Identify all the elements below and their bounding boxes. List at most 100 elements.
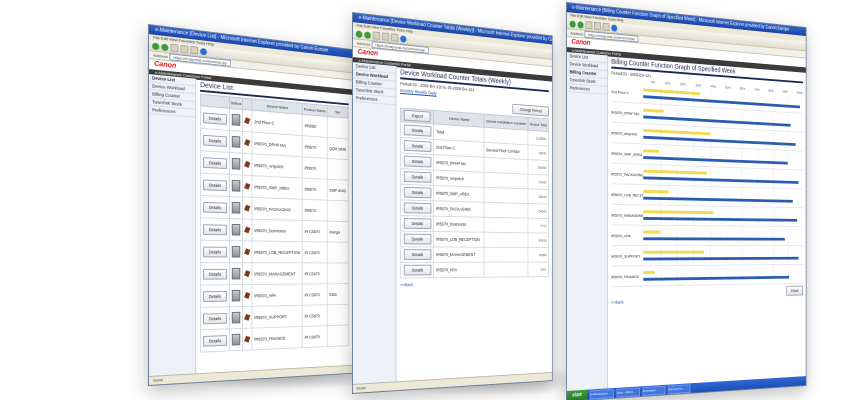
home-icon[interactable] — [391, 33, 399, 42]
close-button[interactable]: Close — [786, 285, 803, 296]
grid-line — [787, 94, 789, 112]
sidebar-item-preferences[interactable]: Preferences — [566, 84, 607, 95]
serial-cell: Ixanga — [327, 221, 349, 243]
change-period-button[interactable]: Change Period — [512, 103, 549, 117]
grid-line — [693, 127, 695, 145]
home-icon[interactable] — [190, 45, 199, 55]
details-button[interactable]: Details — [203, 179, 227, 191]
sidebar: Device List Device Workload Billing Coun… — [149, 74, 197, 377]
status-icon — [244, 225, 251, 233]
refresh-icon[interactable] — [180, 44, 189, 54]
details-button[interactable]: Details — [403, 186, 432, 199]
forward-icon[interactable] — [161, 43, 169, 51]
grid-line — [757, 189, 759, 206]
device-name: IR5570_Amjorich — [433, 170, 484, 188]
yellow-bar — [643, 169, 707, 175]
details-button[interactable]: Details — [203, 246, 227, 257]
start-button[interactable]: start — [566, 389, 587, 400]
table-row[interactable]: Details IR5570_MANAGEMENT iR C5870 — [200, 262, 349, 286]
taskbar-item[interactable]: Microsoft Po... — [667, 383, 691, 394]
device-name: IR5570_FINANCE — [252, 326, 303, 350]
grid-line — [677, 86, 678, 105]
axis-tick-label: 30% — [695, 83, 701, 88]
canon-logo: Canon — [357, 48, 379, 58]
details-button[interactable]: Details — [403, 218, 432, 230]
screens-stage: e-Maintenance [Device List] - Microsoft … — [0, 0, 858, 400]
device-total: 98130 — [528, 188, 549, 205]
grid-line — [660, 267, 662, 285]
axis-tick-label: 70% — [754, 87, 760, 92]
grid-line — [725, 90, 727, 108]
table-row[interactable]: Details IR5570_Dexmonto iR C5870 Ixanga — [200, 217, 349, 243]
table-row[interactable]: Details IR5570_LOB_RECEPTION iR C5870 — [200, 240, 349, 263]
details-button[interactable]: Details — [203, 268, 227, 280]
axis-tick-label: 10% — [664, 81, 671, 86]
back-link[interactable]: <<Back — [400, 281, 549, 287]
back-icon[interactable] — [355, 29, 363, 38]
details-button[interactable]: Details — [203, 312, 227, 324]
grid-line — [787, 265, 789, 283]
back-icon[interactable] — [152, 41, 160, 50]
device-name: IR5570_SMP_AREA — [433, 185, 484, 203]
refresh-icon[interactable] — [381, 32, 390, 41]
forward-icon[interactable] — [577, 20, 584, 29]
graph-row: IR5570_HPA — [611, 225, 803, 246]
details-button[interactable]: Details — [403, 202, 432, 214]
grid-line — [709, 227, 711, 245]
details-button[interactable]: Details — [203, 290, 227, 302]
serial-cell: SMP 3049 — [327, 179, 349, 201]
product-name: iR C5870 — [302, 304, 328, 327]
stop-icon[interactable] — [372, 31, 381, 40]
details-button[interactable]: Details — [203, 201, 227, 213]
search-icon[interactable] — [611, 23, 618, 32]
table-row[interactable]: Details IR5570_LOB_RECEPTION 40418 — [400, 231, 549, 248]
blue-bar — [643, 216, 797, 222]
grid-line — [772, 189, 774, 206]
back-icon[interactable] — [569, 19, 576, 28]
forward-icon[interactable] — [364, 30, 371, 39]
status-icon — [244, 116, 251, 124]
details-button[interactable]: Details — [403, 249, 432, 260]
details-button[interactable]: Details — [203, 156, 227, 169]
grid-line — [725, 129, 727, 147]
column-header — [242, 98, 253, 111]
device-table: Status Device Name Product Name Ser Deta… — [200, 94, 349, 353]
device-name: IR5570_MANAGEMENT — [252, 262, 303, 285]
taskbar-item[interactable]: Document1 — [642, 385, 666, 396]
details-button[interactable]: Details — [403, 171, 432, 183]
details-button[interactable]: Details — [203, 223, 227, 235]
details-button[interactable]: Details — [403, 264, 432, 276]
grid-line — [693, 167, 695, 185]
device-location — [483, 232, 529, 248]
search-icon[interactable] — [400, 34, 407, 43]
refresh-icon[interactable] — [594, 21, 601, 31]
product-name: iR5570 — [302, 135, 328, 159]
grid-line — [787, 132, 789, 150]
details-button[interactable]: Details — [403, 233, 432, 245]
export-button[interactable]: Export — [403, 109, 431, 123]
table-row[interactable]: Details IR5570_FINANCE iR C5870 — [200, 324, 349, 353]
details-button[interactable]: Details — [403, 155, 432, 168]
search-icon[interactable] — [200, 47, 207, 56]
taskbar-item[interactable]: Inbox - Micros... — [616, 386, 640, 398]
details-button[interactable]: Details — [203, 134, 227, 147]
table-row[interactable]: Details IR5570_HPA 3301 — [400, 262, 549, 279]
yellow-bar — [643, 250, 704, 254]
yellow-bar — [643, 210, 714, 215]
grid-line — [741, 169, 743, 186]
table-row[interactable]: Details IR5570_MANAGEMENT 12566 — [400, 246, 549, 263]
table-row[interactable]: Details IR5570_Dexmonto 7713 — [400, 215, 549, 234]
details-button[interactable]: Details — [203, 111, 227, 125]
taskbar-item[interactable]: e-Maintenance — [589, 388, 614, 399]
details-button[interactable]: Details — [403, 139, 432, 153]
graph-rows: 2nd Floor C IR5570_DPHP MA IR5570_Amjorich… — [611, 81, 803, 288]
main-content: Device List Status Device Name Product N… — [196, 79, 352, 375]
axis-tick-label: 40% — [710, 84, 716, 89]
stop-icon[interactable] — [585, 20, 593, 30]
details-button[interactable]: Details — [403, 124, 432, 137]
stop-icon[interactable] — [170, 43, 179, 53]
device-label: IR5570_SMP_AREA — [611, 150, 643, 157]
grid-line — [677, 246, 678, 265]
details-button[interactable]: Details — [203, 334, 227, 347]
home-icon[interactable] — [602, 22, 610, 32]
